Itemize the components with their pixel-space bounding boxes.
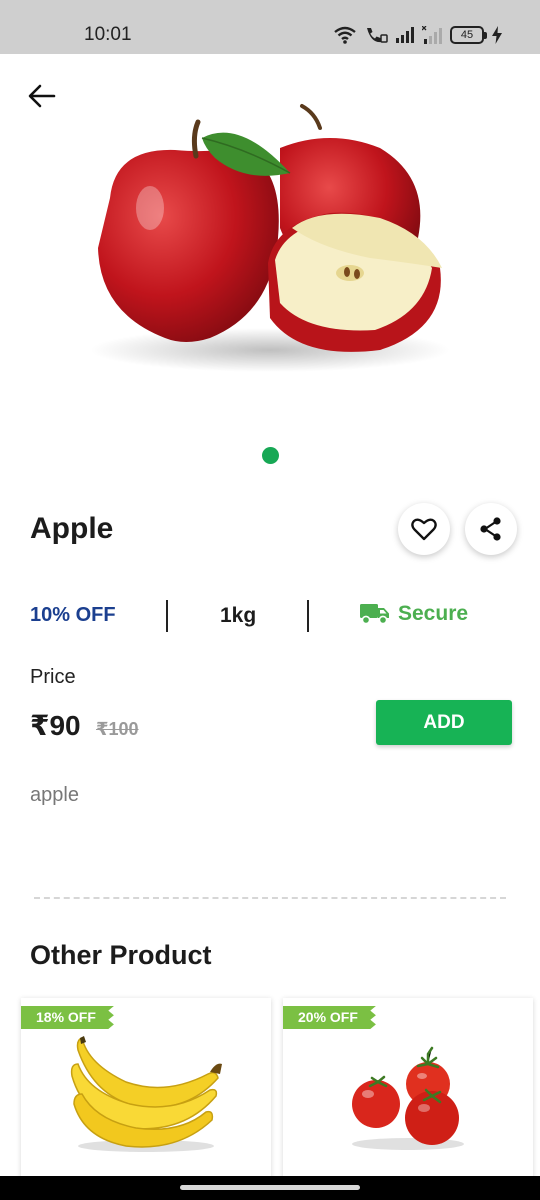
share-button[interactable] [465,503,517,555]
product-card[interactable]: 20% OFF [283,998,533,1188]
back-button[interactable] [24,78,60,114]
wifi-call-icon [367,28,388,43]
secure-delivery: Secure [360,602,468,626]
status-icons: 45 [334,24,502,46]
product-card[interactable]: 18% OFF [21,998,271,1188]
divider [307,600,309,632]
wifi-icon [334,26,356,44]
charging-icon [492,26,502,44]
carousel-dot-active[interactable] [262,447,279,464]
heart-icon [411,518,437,541]
discount-badge: 18% OFF [21,1006,114,1029]
tomato-image [352,1046,464,1150]
original-price: ₹100 [96,719,139,739]
product-description: apple [30,784,79,806]
price-label: Price [30,666,76,688]
current-price: ₹90 [30,710,81,741]
favorite-button[interactable] [398,503,450,555]
status-bar: 10:01 45 [0,0,540,54]
arrow-left-icon [28,84,56,108]
add-to-cart-button[interactable]: ADD [376,700,512,745]
share-icon [480,517,501,541]
discount-label: 10% OFF [30,604,116,626]
battery-icon: 45 [450,26,487,44]
signal-icon [396,27,414,43]
truck-icon [360,604,389,625]
divider [166,600,168,632]
banana-image [70,1036,222,1152]
product-image [90,104,450,372]
signal-weak-icon [422,26,442,44]
product-title: Apple [30,512,114,545]
other-products-title: Other Product [30,940,212,970]
product-info-row: 10% OFF 1kg Secure [0,596,540,636]
dashed-divider [34,897,506,899]
discount-badge: 20% OFF [283,1006,376,1029]
navigation-bar [0,1176,540,1200]
status-time: 10:01 [84,24,132,45]
weight-label: 1kg [220,604,257,627]
home-indicator[interactable] [180,1185,360,1190]
secure-label: Secure [398,602,469,625]
